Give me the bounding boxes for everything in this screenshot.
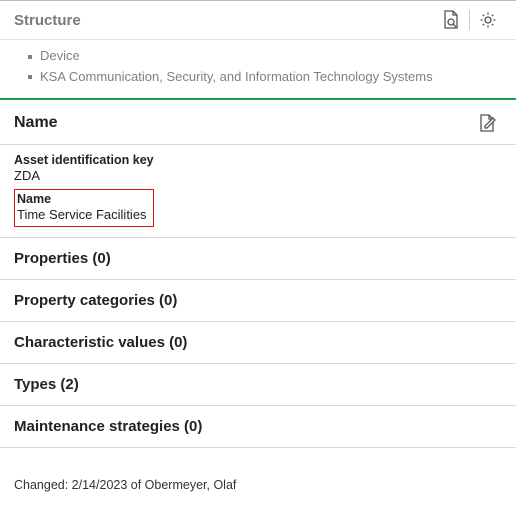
edit-icon[interactable] [474, 110, 502, 136]
section-properties[interactable]: Properties (0) [0, 238, 516, 280]
name-section-header: Name [0, 100, 516, 145]
structure-tree: Device KSA Communication, Security, and … [0, 40, 516, 100]
section-maintenance-strategies[interactable]: Maintenance strategies (0) [0, 406, 516, 448]
name-label: Name [17, 192, 147, 206]
tree-node-label: Device [40, 48, 80, 63]
asset-key-label: Asset identification key [14, 153, 502, 167]
document-search-icon[interactable] [437, 7, 465, 33]
structure-title: Structure [14, 12, 437, 29]
name-highlight-box: Name Time Service Facilities [14, 189, 154, 227]
structure-header: Structure [0, 0, 516, 40]
section-property-categories[interactable]: Property categories (0) [0, 280, 516, 322]
icon-divider [469, 10, 470, 30]
structure-actions [437, 7, 502, 33]
section-types[interactable]: Types (2) [0, 364, 516, 406]
changed-footer: Changed: 2/14/2023 of Obermeyer, Olaf [0, 448, 516, 502]
name-section-title: Name [14, 114, 474, 132]
gear-icon[interactable] [474, 7, 502, 33]
section-characteristic-values[interactable]: Characteristic values (0) [0, 322, 516, 364]
asset-key-value: ZDA [14, 168, 502, 183]
tree-node-child[interactable]: KSA Communication, Security, and Informa… [28, 67, 502, 88]
name-value: Time Service Facilities [17, 207, 147, 222]
tree-node-device[interactable]: Device KSA Communication, Security, and … [28, 46, 502, 88]
bullet-icon [28, 75, 32, 79]
bullet-icon [28, 55, 32, 59]
name-section-body: Asset identification key ZDA Name Time S… [0, 145, 516, 238]
tree-node-label: KSA Communication, Security, and Informa… [40, 69, 433, 84]
